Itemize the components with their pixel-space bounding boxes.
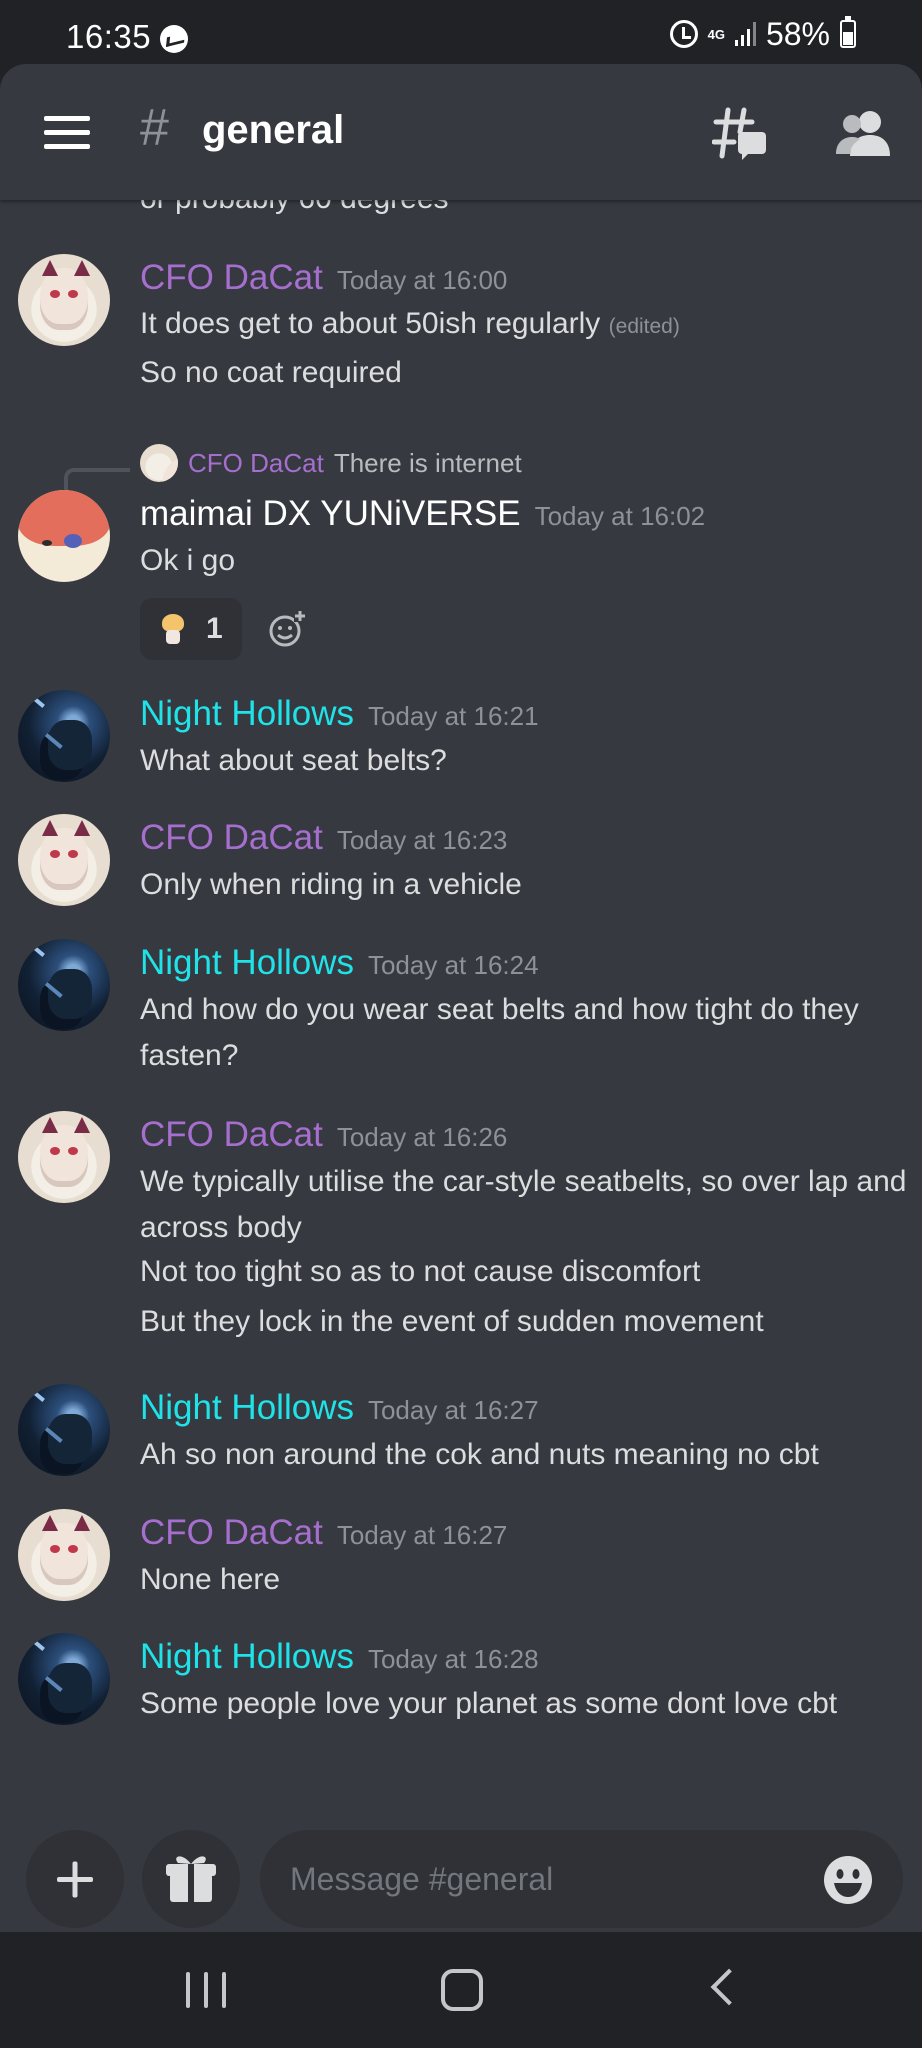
members-icon[interactable] [836,108,890,158]
message-line: We typically utilise the car-style seatb… [140,1165,907,1244]
message-line: So no coat required [140,356,402,389]
author-name[interactable]: maimai DX YUNiVERSE [140,494,521,533]
message-header: CFO DaCat Today at 16:27 [140,1513,507,1553]
status-icons: 4G 58% [669,15,856,52]
app-window: # general or probably 60 degrees CFO DaC… [0,64,922,1932]
recents-button[interactable] [186,1972,226,2008]
timestamp: Today at 16:21 [367,701,539,731]
message-header: CFO DaCat Today at 16:26 [140,1115,507,1155]
author-name[interactable]: Night Hollows [140,694,354,733]
author-name[interactable]: CFO DaCat [140,1115,323,1154]
message-list[interactable]: or probably 60 degrees CFO DaCat Today at… [0,200,922,1820]
signal-icon [734,22,756,46]
avatar[interactable] [18,1633,110,1725]
status-bar: 16:35 4G 58% [0,0,922,64]
timestamp: Today at 16:23 [336,825,508,855]
avatar[interactable] [18,1384,110,1476]
channel-hash-icon: # [140,99,169,157]
gift-button[interactable] [142,1830,240,1928]
message-text: Only when riding in a vehicle [140,868,522,901]
messenger-icon [160,25,188,53]
message-header: CFO DaCat Today at 16:00 [140,258,507,298]
message-header: Night Hollows Today at 16:24 [140,943,539,983]
author-name[interactable]: CFO DaCat [140,818,323,857]
author-name[interactable]: CFO DaCat [140,258,323,297]
message-header: Night Hollows Today at 16:27 [140,1388,539,1428]
avatar[interactable] [18,490,110,582]
reply-avatar [140,444,178,482]
avatar[interactable] [18,690,110,782]
attach-button[interactable] [26,1830,124,1928]
author-name[interactable]: Night Hollows [140,943,354,982]
add-reaction-icon[interactable] [268,610,306,648]
message-input[interactable] [290,1830,810,1928]
message-text: Ah so non around the cok and nuts meanin… [140,1438,819,1471]
author-name[interactable]: Night Hollows [140,1388,354,1427]
message-header: Night Hollows Today at 16:21 [140,694,539,734]
status-time: 16:35 [66,18,152,55]
network-type: 4G [707,26,725,42]
reaction-count: 1 [206,612,223,645]
reaction-button[interactable]: 1 [140,598,242,660]
author-name[interactable]: Night Hollows [140,1637,354,1676]
message-line: But they lock in the event of sudden mov… [140,1305,764,1338]
avatar[interactable] [18,1111,110,1203]
avatar[interactable] [18,254,110,346]
message-line: It does get to about 50ish regularly [140,307,601,340]
message-composer [0,1820,922,1932]
message-text: None here [140,1563,281,1596]
message-header: Night Hollows Today at 16:28 [140,1637,539,1677]
message-text: We typically utilise the car-style seatb… [140,1159,910,1345]
message-text: It does get to about 50ish regularly (ed… [140,301,910,396]
timestamp: Today at 16:24 [367,950,539,980]
message-text: And how do you wear seat belts and how t… [140,993,859,1072]
reply-text: There is internet [333,447,522,478]
timestamp: Today at 16:28 [367,1644,539,1674]
reply-author: CFO DaCat [188,447,324,478]
back-button[interactable] [710,1968,748,2006]
timestamp: Today at 16:27 [367,1395,539,1425]
reply-preview[interactable]: CFO DaCat There is internet [140,444,522,482]
system-nav-bar [0,1932,922,2048]
battery-percent: 58% [765,15,830,52]
home-button[interactable] [441,1969,483,2011]
author-name[interactable]: CFO DaCat [140,1513,323,1552]
battery-icon [840,16,856,48]
channel-header: # general [0,64,922,200]
timestamp: Today at 16:26 [336,1122,508,1152]
emoji-icon[interactable] [823,1855,873,1905]
avatar[interactable] [18,939,110,1031]
channel-title: general [202,108,345,152]
menu-icon[interactable] [44,116,90,150]
message-field[interactable] [260,1830,903,1928]
timestamp: Today at 16:27 [336,1520,508,1550]
timestamp: Today at 16:02 [534,501,706,531]
message-text: Some people love your planet as some don… [140,1687,838,1720]
avatar[interactable] [18,1509,110,1601]
gift-icon [166,1856,216,1902]
message-text: Ok i go [140,544,236,577]
message-line: Not too tight so as to not cause discomf… [140,1255,701,1288]
alarm-icon [669,20,698,48]
reaction-emoji-icon [158,612,188,646]
message-text: What about seat belts? [140,744,447,777]
message-header: maimai DX YUNiVERSE Today at 16:02 [140,494,705,534]
edited-label: (edited) [608,315,680,338]
message-header: CFO DaCat Today at 16:23 [140,818,507,858]
message-text: or probably 60 degrees [140,200,449,216]
threads-icon[interactable] [712,106,768,162]
avatar[interactable] [18,814,110,906]
timestamp: Today at 16:00 [336,265,508,295]
